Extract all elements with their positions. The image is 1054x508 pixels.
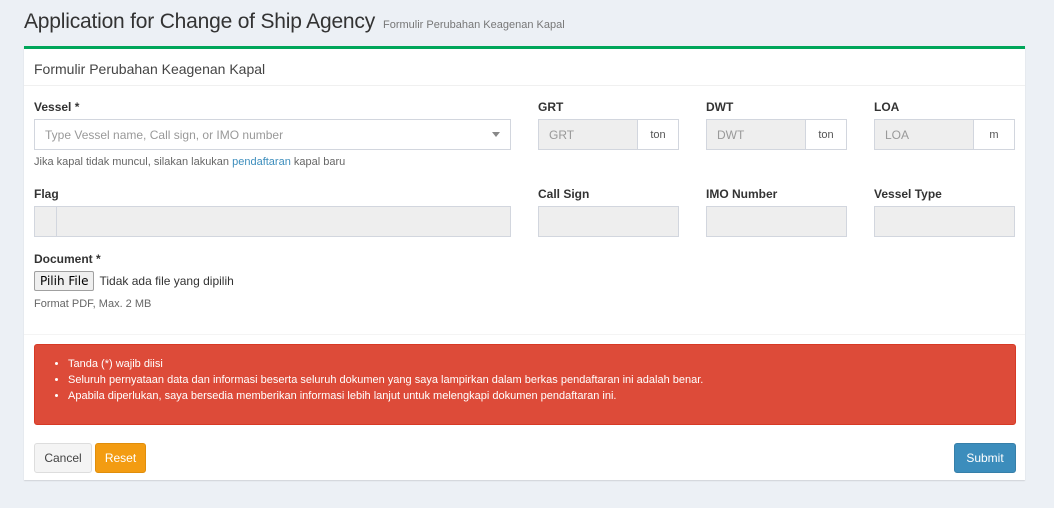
- vessel-select-placeholder: Type Vessel name, Call sign, or IMO numb…: [45, 127, 284, 142]
- grt-unit: ton: [638, 119, 679, 150]
- call-sign-label: Call Sign: [538, 187, 590, 201]
- submit-button[interactable]: Submit: [954, 443, 1016, 473]
- grt-input[interactable]: GRT: [538, 119, 638, 150]
- loa-unit: m: [974, 119, 1015, 150]
- loa-label: LOA: [874, 100, 900, 114]
- flag-icon: [34, 206, 57, 237]
- file-status: Tidak ada file yang dipilih: [99, 274, 234, 288]
- dwt-label: DWT: [706, 100, 734, 114]
- registration-link[interactable]: pendaftaran: [232, 156, 291, 168]
- chevron-down-icon: [492, 132, 500, 137]
- loa-input[interactable]: LOA: [874, 119, 974, 150]
- call-sign-input[interactable]: [538, 206, 679, 237]
- vessel-type-input[interactable]: [874, 206, 1015, 237]
- reset-button[interactable]: Reset: [95, 443, 146, 473]
- dwt-unit: ton: [806, 119, 847, 150]
- notice-item: Apabila diperlukan, saya bersedia member…: [68, 388, 1000, 404]
- document-label: Document *: [34, 252, 101, 266]
- flag-input-group: [34, 206, 511, 237]
- form-divider: [24, 334, 1025, 335]
- form-box: Formulir Perubahan Keagenan Kapal Vessel…: [24, 46, 1025, 480]
- document-file-input: Pilih File Tidak ada file yang dipilih: [34, 271, 234, 291]
- imo-number-input[interactable]: [706, 206, 847, 237]
- notice-item: Tanda (*) wajib diisi: [68, 356, 1000, 372]
- vessel-help-suffix: kapal baru: [290, 156, 346, 168]
- form-box-header: Formulir Perubahan Keagenan Kapal: [24, 49, 1025, 86]
- flag-label: Flag: [34, 187, 59, 201]
- notice-list: Tanda (*) wajib diisi Seluruh pernyataan…: [68, 356, 1000, 404]
- grt-input-group: GRT ton: [538, 119, 679, 150]
- dwt-input-group: DWT ton: [706, 119, 847, 150]
- form-box-title: Formulir Perubahan Keagenan Kapal: [34, 61, 266, 77]
- page-subtitle: Formulir Perubahan Keagenan Kapal: [383, 19, 565, 31]
- grt-label: GRT: [538, 100, 564, 114]
- page-title: Application for Change of Ship Agency: [24, 10, 376, 33]
- vessel-type-label: Vessel Type: [874, 187, 942, 201]
- imo-number-label: IMO Number: [706, 187, 778, 201]
- flag-input[interactable]: [57, 206, 511, 237]
- vessel-help-prefix: Jika kapal tidak muncul, silakan lakukan: [34, 156, 233, 168]
- page-header: Application for Change of Ship Agency Fo…: [24, 10, 565, 34]
- notice-alert: Tanda (*) wajib diisi Seluruh pernyataan…: [34, 344, 1016, 425]
- dwt-input[interactable]: DWT: [706, 119, 806, 150]
- notice-item: Seluruh pernyataan data dan informasi be…: [68, 372, 1000, 388]
- vessel-select[interactable]: Type Vessel name, Call sign, or IMO numb…: [34, 119, 511, 150]
- vessel-label: Vessel *: [34, 100, 80, 114]
- choose-file-button[interactable]: Pilih File: [34, 271, 95, 291]
- cancel-button[interactable]: Cancel: [34, 443, 92, 473]
- document-help: Format PDF, Max. 2 MB: [34, 298, 152, 310]
- loa-input-group: LOA m: [874, 119, 1015, 150]
- vessel-help: Jika kapal tidak muncul, silakan lakukan…: [34, 156, 345, 168]
